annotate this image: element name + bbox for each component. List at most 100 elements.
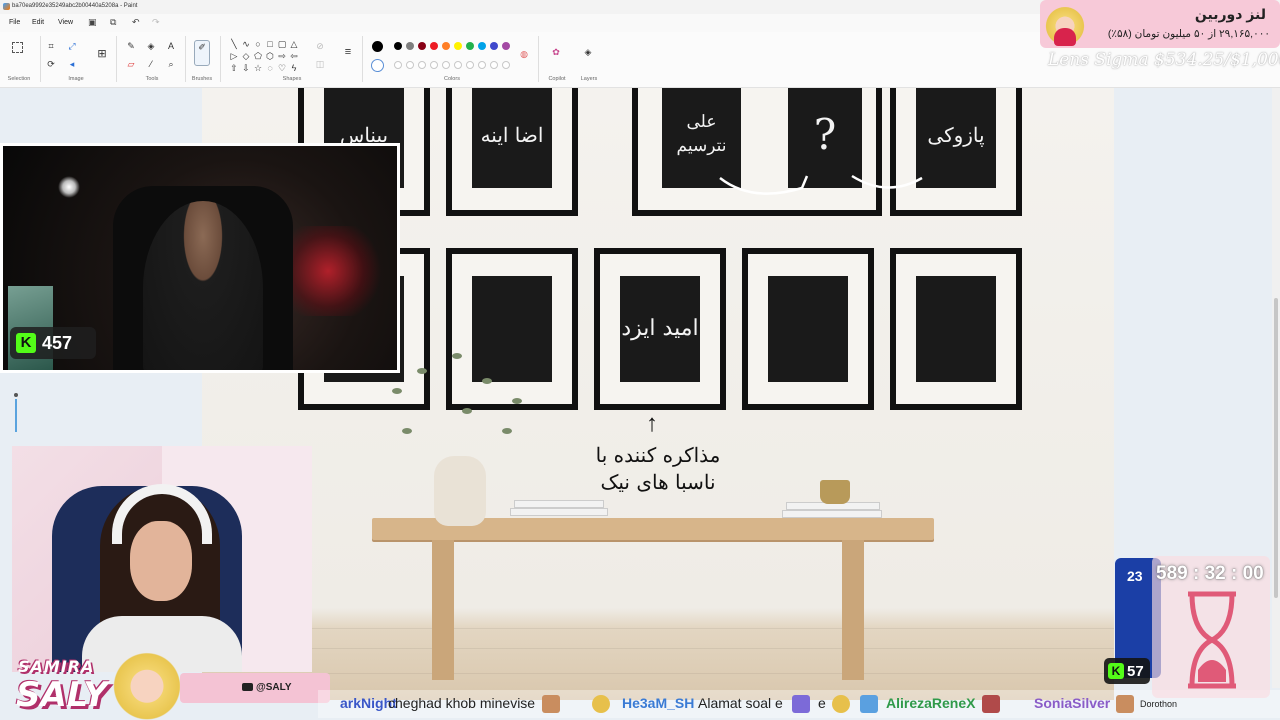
hourglass-icon xyxy=(1188,591,1236,689)
fill-bucket-icon[interactable]: ◈ xyxy=(145,40,157,52)
group-brushes-label: Brushes xyxy=(191,76,213,82)
secondary-color-swatch[interactable] xyxy=(371,59,384,72)
edit-colors-icon[interactable]: ◍ xyxy=(518,48,530,60)
group-copilot-label: Copilot xyxy=(548,76,566,82)
shape-rounded-rect-icon[interactable]: ▢ xyxy=(276,38,288,50)
magnifier-icon[interactable]: ⌕ xyxy=(165,58,177,70)
shape-curve-icon[interactable]: ∿ xyxy=(240,38,252,50)
vertical-scrollbar[interactable] xyxy=(1272,88,1280,688)
palette-color-swatch[interactable] xyxy=(466,42,474,50)
shape-triangle-icon[interactable]: ▷ xyxy=(228,50,240,62)
shape-heart-icon[interactable]: ♡ xyxy=(276,62,288,74)
emote-icon xyxy=(792,695,810,713)
shape-oval-icon[interactable]: ○ xyxy=(252,38,264,50)
palette-empty-swatch[interactable] xyxy=(478,61,486,69)
logo-line-1: SAMIRA xyxy=(18,657,95,676)
shape-hexagon-icon[interactable]: ⬡ xyxy=(264,50,276,62)
picture-frame-bottom-4 xyxy=(742,248,874,410)
shape-arrow-down-icon[interactable]: ⇩ xyxy=(240,62,252,74)
palette-empty-swatch[interactable] xyxy=(418,61,426,69)
pencil-icon[interactable]: ✎ xyxy=(125,40,137,52)
frame-drawing xyxy=(916,276,996,382)
palette-empty-swatch[interactable] xyxy=(502,61,510,69)
crop-icon[interactable]: ⌗ xyxy=(45,40,57,52)
redo-icon[interactable]: ↷ xyxy=(152,17,160,28)
shape-arrow-right-icon[interactable]: ⇨ xyxy=(276,50,288,62)
scrollbar-thumb[interactable] xyxy=(1274,298,1278,598)
shape-diamond-icon[interactable]: ◇ xyxy=(240,50,252,62)
shape-arrow-left-icon[interactable]: ⇦ xyxy=(288,50,300,62)
logo-line-2: SALY xyxy=(16,675,108,715)
group-colors-label: Colors xyxy=(444,76,460,82)
menu-edit[interactable]: Edit xyxy=(32,19,44,26)
cohost-webcam xyxy=(12,446,312,672)
ribbon-separator xyxy=(538,36,539,82)
eraser-icon[interactable]: ▱ xyxy=(125,58,137,70)
palette-color-swatch[interactable] xyxy=(478,42,486,50)
palette-color-swatch[interactable] xyxy=(454,42,462,50)
primary-color-swatch[interactable] xyxy=(372,41,383,52)
kick-viewer-badge-small: K 57 xyxy=(1104,658,1150,684)
brush-icon[interactable]: ✐ xyxy=(194,40,210,66)
chat-message: Alamat soal e xyxy=(698,695,783,711)
select-rectangle-icon[interactable] xyxy=(12,42,23,53)
palette-empty-swatch[interactable] xyxy=(430,61,438,69)
streamer-person xyxy=(143,201,263,370)
shape-outline-icon[interactable]: ⊘ xyxy=(314,40,326,52)
emote-icon xyxy=(592,695,610,713)
shape-callout-icon[interactable]: ◌ xyxy=(264,62,276,74)
stroke-size-icon[interactable]: ≡ xyxy=(342,46,354,58)
palette-empty-swatch[interactable] xyxy=(454,61,462,69)
palette-color-swatch[interactable] xyxy=(418,42,426,50)
palette-empty-swatch[interactable] xyxy=(394,61,402,69)
chat-user: SoniaSilver xyxy=(1034,695,1111,711)
window-title: ba70ea9992e35249abc2b00440a5208a - Paint xyxy=(12,3,138,9)
youtube-icon xyxy=(242,683,253,691)
resize-icon[interactable]: ⤢ xyxy=(66,40,78,52)
shape-line-icon[interactable]: ╲ xyxy=(228,38,240,50)
floor-line xyxy=(202,648,1114,649)
save-icon[interactable]: ▣ xyxy=(88,17,97,28)
palette-color-swatch[interactable] xyxy=(430,42,438,50)
palette-color-swatch[interactable] xyxy=(490,42,498,50)
palette-empty-swatch[interactable] xyxy=(406,61,414,69)
shape-star-icon[interactable]: ☆ xyxy=(252,62,264,74)
palette-color-swatch[interactable] xyxy=(406,42,414,50)
menu-view[interactable]: View xyxy=(58,19,73,26)
palette-color-swatch[interactable] xyxy=(502,42,510,50)
rotate-icon[interactable]: ⟳ xyxy=(45,58,57,70)
emote-icon xyxy=(860,695,878,713)
group-selection-label: Selection xyxy=(7,76,31,82)
chat-user: e xyxy=(818,695,826,711)
annotation-line-1: مذاکره کننده با xyxy=(595,443,721,467)
zoom-slider[interactable] xyxy=(14,392,18,432)
shape-polygon-icon[interactable]: △ xyxy=(288,38,300,50)
shape-rectangle-icon[interactable]: □ xyxy=(264,38,276,50)
shape-pentagon-icon[interactable]: ⬠ xyxy=(252,50,264,62)
undo-icon[interactable]: ↶ xyxy=(132,17,140,28)
copilot-icon[interactable]: ✿ xyxy=(550,46,562,58)
chat-user: He3aM_SH xyxy=(622,695,695,711)
shape-arrow-up-icon[interactable]: ⇧ xyxy=(228,62,240,74)
shape-lightning-icon[interactable]: ϟ xyxy=(288,62,300,74)
image-select-icon[interactable]: ⊞ xyxy=(96,48,108,60)
palette-empty-swatch[interactable] xyxy=(442,61,450,69)
palette-empty-swatch[interactable] xyxy=(490,61,498,69)
color-picker-icon[interactable]: ⁄ xyxy=(145,58,157,70)
text-tool-icon[interactable]: A xyxy=(165,40,177,52)
flip-icon[interactable]: ◂ xyxy=(66,58,78,70)
plant-leaf xyxy=(392,388,402,394)
palette-color-swatch[interactable] xyxy=(394,42,402,50)
picture-frame-top-2: اضا اینه xyxy=(446,88,578,216)
drawn-arrows xyxy=(719,174,923,195)
donation-goal-name: لنز دوربین xyxy=(1194,6,1266,22)
menu-file[interactable]: File xyxy=(9,19,20,26)
share-icon[interactable]: ⧉ xyxy=(110,17,116,28)
kick-logo-icon: K xyxy=(16,333,36,353)
shape-fill-icon[interactable]: ◫ xyxy=(314,58,326,70)
palette-empty-swatch[interactable] xyxy=(466,61,474,69)
chat-user: Dorothon xyxy=(1140,699,1178,709)
layers-icon[interactable]: ◈ xyxy=(582,46,594,58)
palette-color-swatch[interactable] xyxy=(442,42,450,50)
group-layers-label: Layers xyxy=(580,76,598,82)
